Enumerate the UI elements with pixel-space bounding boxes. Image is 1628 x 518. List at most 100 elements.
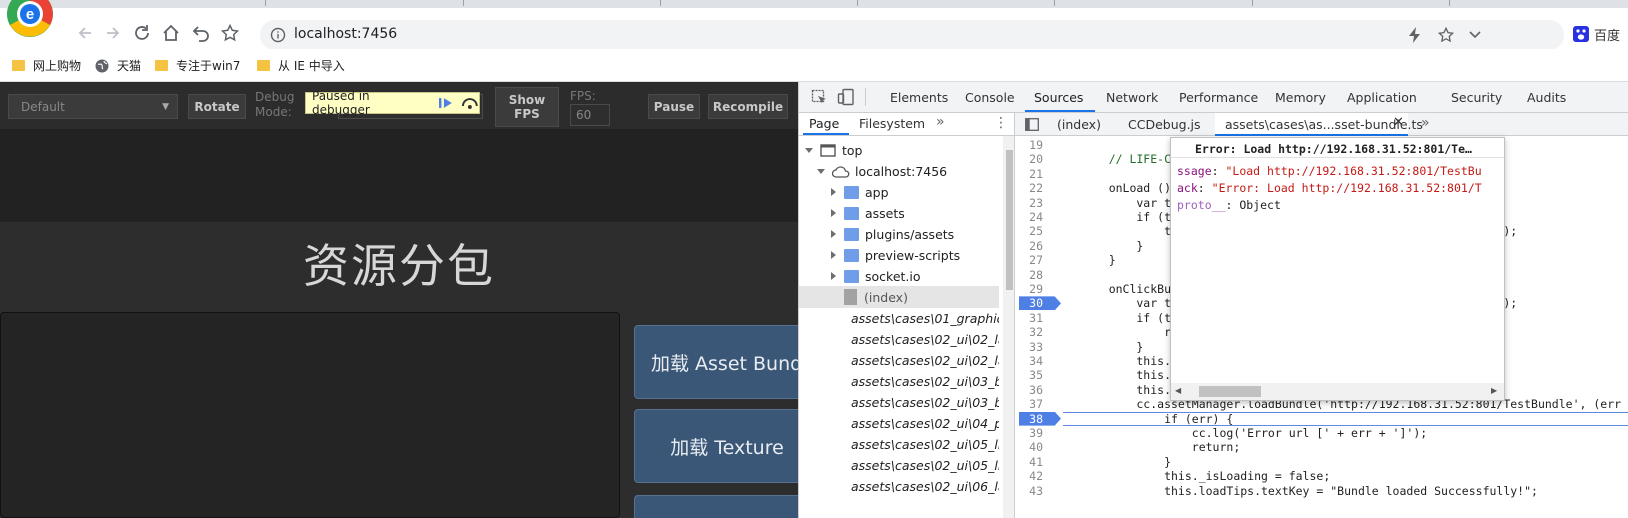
forward-button[interactable] [100,20,126,46]
navigator-scrollbar[interactable] [1003,136,1014,518]
line-number[interactable]: 35 [1015,368,1063,382]
tab-security[interactable]: Security [1451,90,1502,105]
tree-folder[interactable]: app [799,181,999,203]
line-number[interactable]: 43 [1015,484,1063,498]
tab-application[interactable]: Application [1347,90,1417,105]
favorite-button[interactable] [217,20,243,46]
line-number[interactable]: 31 [1015,311,1063,325]
chevron-down-icon[interactable] [1468,30,1482,40]
lightning-icon[interactable] [1408,27,1422,43]
line-number[interactable]: 20 [1015,152,1063,166]
toggle-navigator-icon[interactable] [1025,118,1039,131]
line-number[interactable]: 39 [1015,426,1063,440]
tree-script[interactable]: assets\cases\02_ui\03_bu [799,370,999,392]
load-texture-button[interactable]: 加载 Texture [634,409,798,483]
load-asset-bundle-button[interactable]: 加载 Asset Bund [634,325,798,399]
tree-folder[interactable]: assets [799,202,999,224]
divider [865,88,866,106]
tree-script[interactable]: assets\cases\02_ui\03_bu [799,391,999,413]
tree-script[interactable]: assets\cases\02_ui\05_lis [799,454,999,476]
tab-memory[interactable]: Memory [1275,90,1326,105]
more-tabs-icon[interactable]: » [936,114,945,130]
line-number[interactable]: 19 [1015,138,1063,152]
back-button[interactable] [72,20,98,46]
line-number[interactable]: 27 [1015,253,1063,267]
line-number[interactable]: 23 [1015,196,1063,210]
pause-button[interactable]: Pause [648,94,700,119]
line-number[interactable]: 28 [1015,268,1063,282]
scrollbar-thumb[interactable] [1199,386,1261,397]
line-number[interactable]: 34 [1015,354,1063,368]
baidu-button[interactable]: 百度 [1573,20,1628,48]
line-number[interactable]: 26 [1015,239,1063,253]
more-editor-tabs-icon[interactable]: » [1421,115,1430,131]
tree-folder[interactable]: socket.io [799,265,999,287]
scroll-right-icon[interactable]: ▶ [1491,386,1497,395]
line-number[interactable]: 36 [1015,383,1063,397]
browser-logo-icon[interactable]: e [6,0,54,38]
step-over-icon[interactable] [461,96,479,110]
close-icon[interactable]: ✕ [1393,115,1404,130]
fps-input[interactable]: 60 [570,104,610,126]
tree-folder[interactable]: plugins/assets [799,223,999,245]
bookmark-item[interactable]: 专注于win7 [155,57,240,74]
home-button[interactable] [158,20,184,46]
bookmark-item[interactable]: 天猫 [95,57,141,74]
tree-script[interactable]: assets\cases\02_ui\04_pr [799,412,999,434]
resume-icon[interactable] [438,96,454,110]
bookmark-item[interactable]: 从 IE 中导入 [257,57,345,74]
scrollbar-thumb[interactable] [1006,150,1013,290]
rotate-button[interactable]: Rotate [188,94,246,119]
show-fps-button[interactable]: Show FPS [495,87,559,127]
device-toggle-icon[interactable] [837,88,855,106]
line-number[interactable]: 32 [1015,325,1063,339]
tree-script[interactable]: assets\cases\01_graphics [799,307,999,329]
editor-tab-ccdebug[interactable]: CCDebug.js [1128,117,1201,132]
scroll-left-icon[interactable]: ◀ [1175,386,1181,395]
tab-performance[interactable]: Performance [1179,90,1258,105]
line-number[interactable]: 38 [1015,412,1063,426]
line-number[interactable]: 25 [1015,224,1063,238]
tab-elements[interactable]: Elements [890,90,948,105]
recompile-button[interactable]: Recompile [708,94,788,119]
line-number[interactable]: 37 [1015,397,1063,411]
tree-item-host[interactable]: localhost:7456 [799,160,999,182]
inspect-element-icon[interactable] [811,89,828,106]
popup-hscrollbar[interactable]: ◀ ▶ [1171,383,1504,400]
line-number[interactable]: 30 [1015,296,1063,310]
line-number[interactable]: 21 [1015,167,1063,181]
line-number[interactable]: 33 [1015,340,1063,354]
tab-network[interactable]: Network [1106,90,1158,105]
tree-script[interactable]: assets\cases\02_ui\02_la [799,349,999,371]
bookmark-item[interactable]: 网上购物 [12,57,81,74]
tree-script[interactable]: assets\cases\02_ui\05_lis [799,433,999,455]
scene-button[interactable] [634,495,798,518]
reload-button[interactable] [129,20,155,46]
tab-console[interactable]: Console [965,90,1015,105]
tab-sources[interactable]: Sources [1034,90,1083,105]
tree-file-selected[interactable]: (index) [799,286,999,308]
info-icon[interactable] [270,27,286,43]
mode-select[interactable]: Default ▼ [8,94,178,119]
tree-script[interactable]: assets\cases\02_ui\06_la [799,475,999,497]
tab-page[interactable]: Page [809,116,839,131]
tab-audits[interactable]: Audits [1527,90,1566,105]
tree-folder[interactable]: preview-scripts [799,244,999,266]
editor-tab-active[interactable]: assets\cases\as...sset-bundle.ts ✕ [1215,113,1423,136]
line-number[interactable]: 24 [1015,210,1063,224]
editor-tab-index[interactable]: (index) [1057,117,1101,132]
url-text[interactable]: localhost:7456 [294,26,397,42]
tab-filesystem[interactable]: Filesystem [859,116,925,131]
bookmark-star-icon[interactable] [1438,27,1454,43]
line-number[interactable]: 29 [1015,282,1063,296]
undo-button[interactable] [188,20,214,46]
line-number[interactable]: 42 [1015,469,1063,483]
tree-script[interactable]: assets\cases\02_ui\02_la [799,328,999,350]
tree-item-top[interactable]: top [799,139,999,161]
line-number[interactable]: 41 [1015,455,1063,469]
popup-proto: Object [1239,198,1281,212]
line-number[interactable]: 22 [1015,181,1063,195]
address-bar[interactable]: localhost:7456 [260,20,1564,50]
more-menu-icon[interactable]: ⋮ [994,115,1008,131]
line-number[interactable]: 40 [1015,440,1063,454]
